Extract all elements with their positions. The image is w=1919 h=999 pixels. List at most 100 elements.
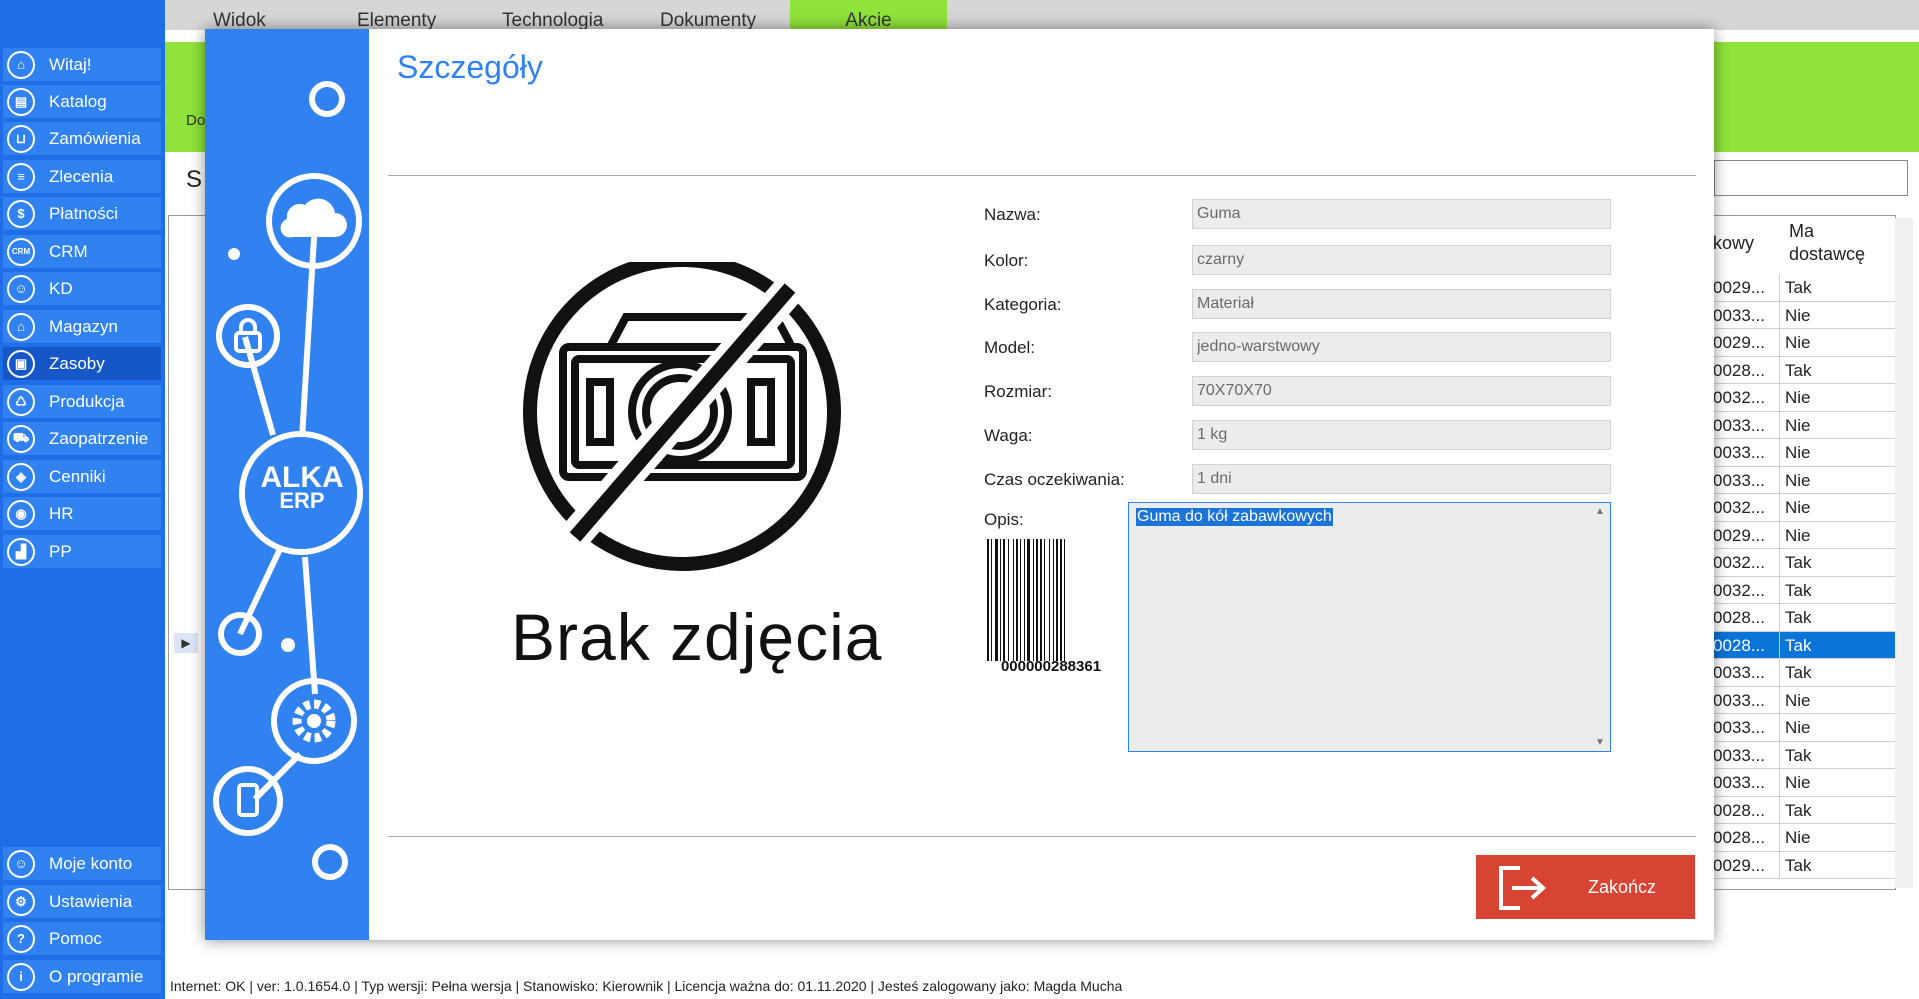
cell-divider (1779, 824, 1780, 851)
account-icon: ☺ (7, 849, 35, 878)
table-row[interactable]: 0033... Nie (1713, 769, 1897, 797)
tab-dokumenty[interactable]: Dokumenty (660, 0, 756, 31)
table-row[interactable]: 0033... Nie (1713, 466, 1897, 494)
model-field[interactable] (1192, 332, 1611, 362)
grid-scrollbar[interactable] (1895, 218, 1913, 888)
cell-supplier-flag: Nie (1785, 690, 1811, 710)
table-row[interactable]: 0033... Tak (1713, 659, 1897, 687)
table-row[interactable]: 0033... Nie (1713, 411, 1897, 439)
table-row[interactable]: 0032... Nie (1713, 494, 1897, 522)
column-header-code[interactable]: kowy (1713, 233, 1754, 254)
table-row[interactable]: 0033... Nie (1713, 686, 1897, 714)
cell-supplier-flag: Nie (1785, 525, 1811, 545)
barcode-bars (987, 539, 1115, 661)
tab-akcje[interactable]: Akcie (790, 0, 947, 31)
table-row[interactable]: 0028... Tak (1713, 356, 1897, 384)
sidebar-item-zlecenia[interactable]: ≡ Zlecenia (3, 160, 161, 193)
production-icon: ♺ (7, 387, 35, 416)
barcode-bar (1000, 539, 1001, 661)
table-row[interactable]: 0029... Nie (1713, 521, 1897, 549)
table-row[interactable]: 0029... Nie (1713, 329, 1897, 357)
warehouse-icon: ⌂ (7, 312, 35, 341)
cell-divider (1779, 439, 1780, 466)
exit-button[interactable]: Zakończ (1476, 855, 1695, 919)
field-label-model: Model: (984, 338, 1036, 357)
table-row[interactable]: 0028... Tak (1713, 631, 1897, 659)
table-row[interactable]: 0032... Tak (1713, 549, 1897, 577)
table-row[interactable]: 0032... Tak (1713, 576, 1897, 604)
table-row[interactable]: 0029... Tak (1713, 851, 1897, 879)
page-title: S (186, 166, 203, 193)
sidebar-item-pp[interactable]: ▟ PP (3, 535, 161, 568)
divider (388, 175, 1696, 176)
barcode-bar (1020, 539, 1021, 661)
sidebar-item-crm[interactable]: CRM CRM (3, 235, 161, 268)
cell-divider (1779, 604, 1780, 631)
table-row[interactable]: 0033... Nie (1713, 714, 1897, 742)
sidebar-item-moje-konto[interactable]: ☺ Moje konto (3, 847, 161, 880)
cell-code: 0029... (1713, 333, 1765, 352)
category-field[interactable] (1192, 289, 1611, 319)
cell-supplier-flag: Tak (1785, 360, 1812, 380)
cell-supplier-flag: Nie (1785, 305, 1811, 325)
table-row[interactable]: 0032... Nie (1713, 384, 1897, 412)
weight-field[interactable] (1192, 420, 1611, 450)
sidebar-item-witaj[interactable]: ⌂ Witaj! (3, 48, 161, 81)
table-row[interactable]: 0028... Tak (1713, 796, 1897, 824)
cell-divider (1779, 659, 1780, 686)
grid-visible-columns: kowy Ma dostawcę 0029... Tak 0033... Nie 002… (1713, 215, 1897, 890)
barcode-number: 000000288361 (1000, 658, 1102, 675)
sidebar-item-zamowienia[interactable]: ⊔ Zamówienia (3, 122, 161, 155)
field-label-kolor: Kolor: (984, 251, 1029, 270)
sidebar-item-produkcja[interactable]: ♺ Produkcja (3, 385, 161, 418)
tab-widok[interactable]: Widok (213, 0, 266, 31)
table-row[interactable]: 0033... Tak (1713, 741, 1897, 769)
sidebar-item-pomoc[interactable]: ? Pomoc (3, 922, 161, 955)
sidebar-item-cenniki[interactable]: ◈ Cenniki (3, 460, 161, 493)
barcode-bar (1013, 539, 1014, 661)
breadcrumb: Do (186, 112, 206, 129)
dialog-title: Szczegóły (397, 49, 543, 85)
scroll-down-icon[interactable]: ▼ (1595, 737, 1605, 748)
color-field[interactable] (1192, 245, 1611, 275)
name-field[interactable] (1192, 199, 1611, 229)
search-input[interactable] (1714, 160, 1908, 196)
table-row[interactable]: 0028... Tak (1713, 604, 1897, 632)
field-label-czas: Czas oczekiwania: (984, 470, 1125, 489)
size-field[interactable] (1192, 376, 1611, 406)
sidebar-item-katalog[interactable]: ▤ Katalog (3, 85, 161, 118)
sidebar-item-zaopatrzenie[interactable]: ⛟ Zaopatrzenie (3, 422, 161, 455)
cell-code: 0032... (1713, 553, 1765, 572)
cell-supplier-flag: Tak (1785, 553, 1812, 572)
description-field[interactable]: Guma do kół zabawkowych ▲ ▼ (1128, 502, 1611, 752)
box-icon: ▣ (7, 349, 35, 378)
sidebar-item-magazyn[interactable]: ⌂ Magazyn (3, 310, 161, 343)
sidebar-item-o-programie[interactable]: iO programie (3, 960, 161, 993)
book-icon: ▤ (7, 87, 35, 116)
sidebar-item-ustawienia[interactable]: ⚙ Ustawienia (3, 885, 161, 918)
column-header-supplier[interactable]: Ma dostawcę (1789, 220, 1889, 266)
sidebar-item-hr[interactable]: ◉ HR (3, 497, 161, 530)
cell-divider (1779, 631, 1780, 658)
table-row[interactable]: 0033... Nie (1713, 301, 1897, 329)
table-row[interactable]: 0033... Nie (1713, 439, 1897, 467)
cell-code: 0033... (1713, 690, 1765, 710)
tab-technologia[interactable]: Technologia (502, 0, 603, 31)
sidebar-item-kd[interactable]: ☺ KD (3, 272, 161, 305)
cell-divider (1779, 494, 1780, 521)
table-row[interactable]: 0029... Tak (1713, 274, 1897, 302)
cell-code: 0033... (1713, 305, 1765, 325)
cell-supplier-flag: Nie (1785, 498, 1811, 517)
table-row[interactable]: 0028... Nie (1713, 824, 1897, 852)
tab-elementy[interactable]: Elementy (357, 0, 436, 31)
cell-code: 0033... (1713, 773, 1765, 792)
scroll-up-icon[interactable]: ▲ (1595, 506, 1605, 517)
sidebar-item-zasoby[interactable]: ▣ Zasoby (3, 347, 161, 380)
cell-divider (1779, 796, 1780, 823)
sidebar-item-platnosci[interactable]: $ Płatności (3, 197, 161, 230)
cell-code: 0029... (1713, 855, 1765, 875)
wait-time-field[interactable] (1192, 464, 1611, 494)
description-scrollbar[interactable]: ▲ ▼ (1592, 506, 1608, 748)
cell-supplier-flag: Tak (1785, 745, 1812, 765)
cell-divider (1779, 521, 1780, 548)
